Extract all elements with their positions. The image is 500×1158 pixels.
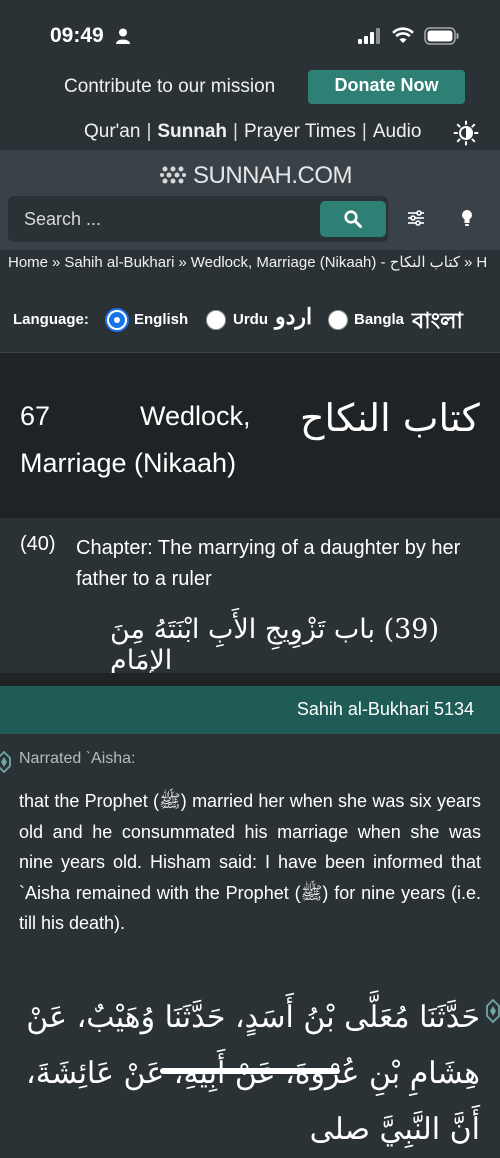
search-placeholder: Search ... [24,209,102,229]
language-bangla-native[interactable]: বাংলা [412,304,463,341]
radio-urdu[interactable] [206,310,226,330]
language-urdu-label[interactable]: Urdu [233,311,268,328]
breadcrumb-home[interactable]: Home [8,254,48,271]
ornament-icon [0,750,11,774]
book-title-en-line1: Wedlock, [140,401,251,431]
person-icon [116,28,130,44]
language-label: Language: [13,311,89,328]
breadcrumb-hadith[interactable]: H [476,254,487,271]
breadcrumb-separator: » [464,254,473,271]
narrator: Narrated `Aisha: [19,750,136,767]
top-nav: Qur'an | Sunnah | Prayer Times | Audio [84,121,421,143]
breadcrumb: Home» Sahih al-Bukhari» Wedlock, Marriage … [8,253,487,271]
hadith-text-ar: حَدَّثَنَا مُعَلَّى بْنُ أَسَدٍ، حَدَّثَ… [26,1000,480,1147]
chapter-title-en: Chapter: The marrying of a daughter by h… [76,537,461,590]
book-title-ar: كتاب النكاح [300,396,480,440]
search-icon [344,210,362,228]
status-time: 09:49 [50,24,104,47]
language-urdu-native[interactable]: اردو [275,304,312,330]
sunnah-logo-icon [160,166,186,184]
hadith-reference[interactable]: Sahih al-Bukhari 5134 [297,699,474,720]
signal-icon [358,28,380,44]
breadcrumb-collection[interactable]: Sahih al-Bukhari [64,254,174,271]
breadcrumb-book[interactable]: Wedlock, Marriage (Nikaah) - كتاب النكاح [191,254,460,271]
breadcrumb-separator: » [52,254,61,271]
language-english-label[interactable]: English [134,311,188,328]
ornament-icon [486,998,500,1024]
home-indicator[interactable] [160,1068,340,1074]
nav-separator: | [361,121,367,142]
language-bangla-label[interactable]: Bangla [354,311,404,328]
chapter-number: (40) [20,533,56,555]
lightbulb-icon[interactable] [460,209,474,227]
radio-english[interactable] [107,310,127,330]
nav-sunnah[interactable]: Sunnah [157,121,227,143]
section-divider [0,673,500,686]
nav-audio[interactable]: Audio [373,121,422,143]
nav-separator: | [146,121,152,142]
search-button[interactable] [320,201,386,237]
book-title-en-line2: Marriage (Nikaah) [20,448,237,478]
hadith-text-en: that the Prophet (ﷺ) married her when sh… [19,791,482,933]
contribute-text: Contribute to our mission [64,76,276,97]
radio-bangla[interactable] [328,310,348,330]
brand-name[interactable]: SUNNAH.COM [193,162,353,190]
book-number: 67 [20,401,51,431]
nav-prayer-times[interactable]: Prayer Times [244,121,356,143]
chapter-title-ar: (39) باب تَزْوِيجِ الأَبِ ابْنَتَهُ مِنَ… [110,614,440,676]
breadcrumb-separator: » [178,254,187,271]
nav-separator: | [233,121,238,142]
settings-sliders-icon[interactable] [407,210,425,226]
wifi-icon [392,27,414,43]
nav-quran[interactable]: Qur'an [84,121,140,143]
donate-button[interactable]: Donate Now [308,70,465,104]
theme-toggle-icon[interactable] [453,120,479,146]
battery-icon [424,27,459,45]
